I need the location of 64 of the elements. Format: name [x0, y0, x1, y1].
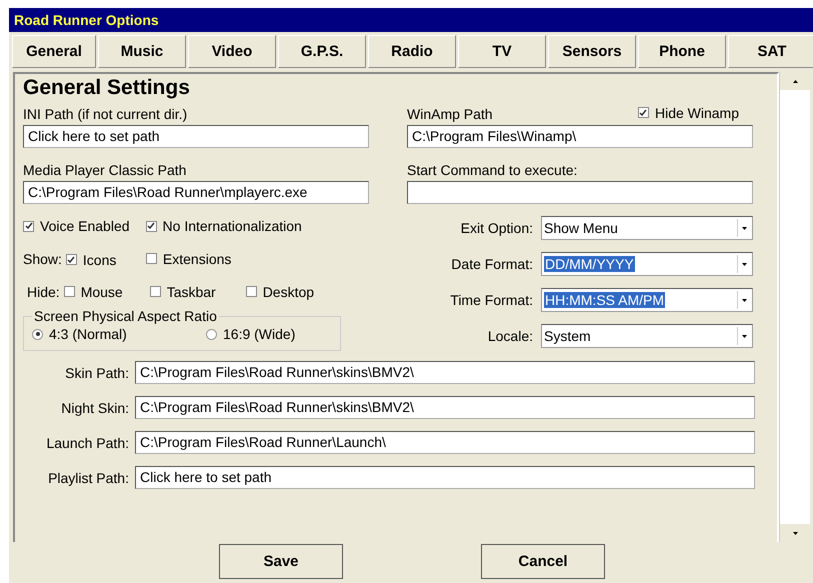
field-label: Locale: [488, 328, 533, 344]
section-heading: General Settings [23, 75, 191, 100]
tab[interactable]: Music [98, 35, 186, 68]
checkbox-label: Taskbar [166, 284, 216, 300]
input-field[interactable]: C:\Program Files\Road Runner\skins\BMV2\ [135, 361, 755, 384]
checkbox[interactable] [246, 286, 257, 298]
input-field[interactable]: C:\Program Files\Road Runner\skins\BMV2\ [135, 396, 755, 419]
field-label: Time Format: [450, 292, 533, 308]
dropdown-arrow-icon[interactable] [737, 327, 750, 345]
field-label: Night Skin: [60, 400, 129, 416]
checkbox-label: Icons [82, 252, 116, 268]
radio-button[interactable] [206, 328, 217, 340]
tab[interactable]: TV [458, 35, 546, 68]
input-field[interactable]: C:\Program Files\Road Runner\Launch\ [135, 431, 755, 454]
checkbox-label: Voice Enabled [40, 218, 130, 234]
checkbox[interactable] [64, 286, 75, 298]
tab[interactable]: Radio [368, 35, 456, 68]
dialog-button[interactable]: Cancel [481, 544, 605, 579]
checkbox-label: Desktop [262, 284, 314, 300]
radio-label: 4:3 (Normal) [49, 326, 127, 342]
field-label: Start Command to execute: [407, 162, 578, 178]
radio-label: 16:9 (Wide) [223, 326, 296, 342]
field-label: Skin Path: [64, 364, 129, 380]
row-label: Show: [23, 251, 62, 267]
tab[interactable]: SAT [728, 35, 813, 68]
dropdown[interactable]: HH:MM:SS AM/PM [541, 288, 753, 312]
tab[interactable]: Sensors [548, 35, 636, 68]
field-label: Launch Path: [45, 434, 129, 450]
field-label: WinAmp Path [407, 106, 493, 122]
row-label: Hide: [27, 284, 60, 300]
checkbox[interactable] [146, 253, 157, 264]
dropdown-arrow-icon[interactable] [737, 291, 750, 309]
checkbox-label: Mouse [80, 284, 123, 300]
dropdown[interactable]: System [541, 324, 753, 348]
radio-button[interactable] [32, 328, 43, 340]
checkbox[interactable] [146, 220, 157, 232]
field-label: Exit Option: [460, 220, 533, 236]
checkbox[interactable] [66, 254, 77, 265]
checkbox-label: Extensions [162, 250, 232, 267]
window-title: Road Runner Options [14, 12, 159, 28]
checkbox[interactable] [638, 107, 649, 118]
dropdown-arrow-icon[interactable] [737, 219, 750, 237]
input-field[interactable]: Click here to set path [23, 125, 369, 148]
dialog-button[interactable]: Save [219, 544, 343, 579]
checkbox-label: Hide Winamp [654, 104, 739, 120]
dropdown[interactable]: Show Menu [541, 216, 753, 240]
checkbox[interactable] [23, 220, 34, 232]
checkbox-label: No Internationalization [162, 218, 302, 234]
field-label: Date Format: [451, 256, 533, 272]
field-label: Playlist Path: [47, 470, 129, 486]
checkbox[interactable] [150, 286, 161, 298]
tab[interactable]: Video [188, 35, 276, 68]
dropdown[interactable]: DD/MM/YYYY [541, 252, 753, 276]
field-label: INI Path (if not current dir.) [23, 106, 188, 122]
input-field[interactable]: C:\Program Files\Road Runner\mplayerc.exe [23, 181, 369, 204]
tab[interactable]: General [12, 35, 96, 68]
tab[interactable]: Phone [638, 35, 726, 68]
field-label: Media Player Classic Path [23, 162, 188, 178]
tab[interactable]: G.P.S. [278, 35, 366, 68]
input-field[interactable]: Click here to set path [135, 466, 755, 489]
input-field[interactable] [407, 181, 753, 204]
group-title: Screen Physical Aspect Ratio [33, 308, 218, 324]
dropdown-arrow-icon[interactable] [737, 255, 750, 273]
input-field[interactable]: C:\Program Files\Winamp\ [407, 125, 753, 148]
